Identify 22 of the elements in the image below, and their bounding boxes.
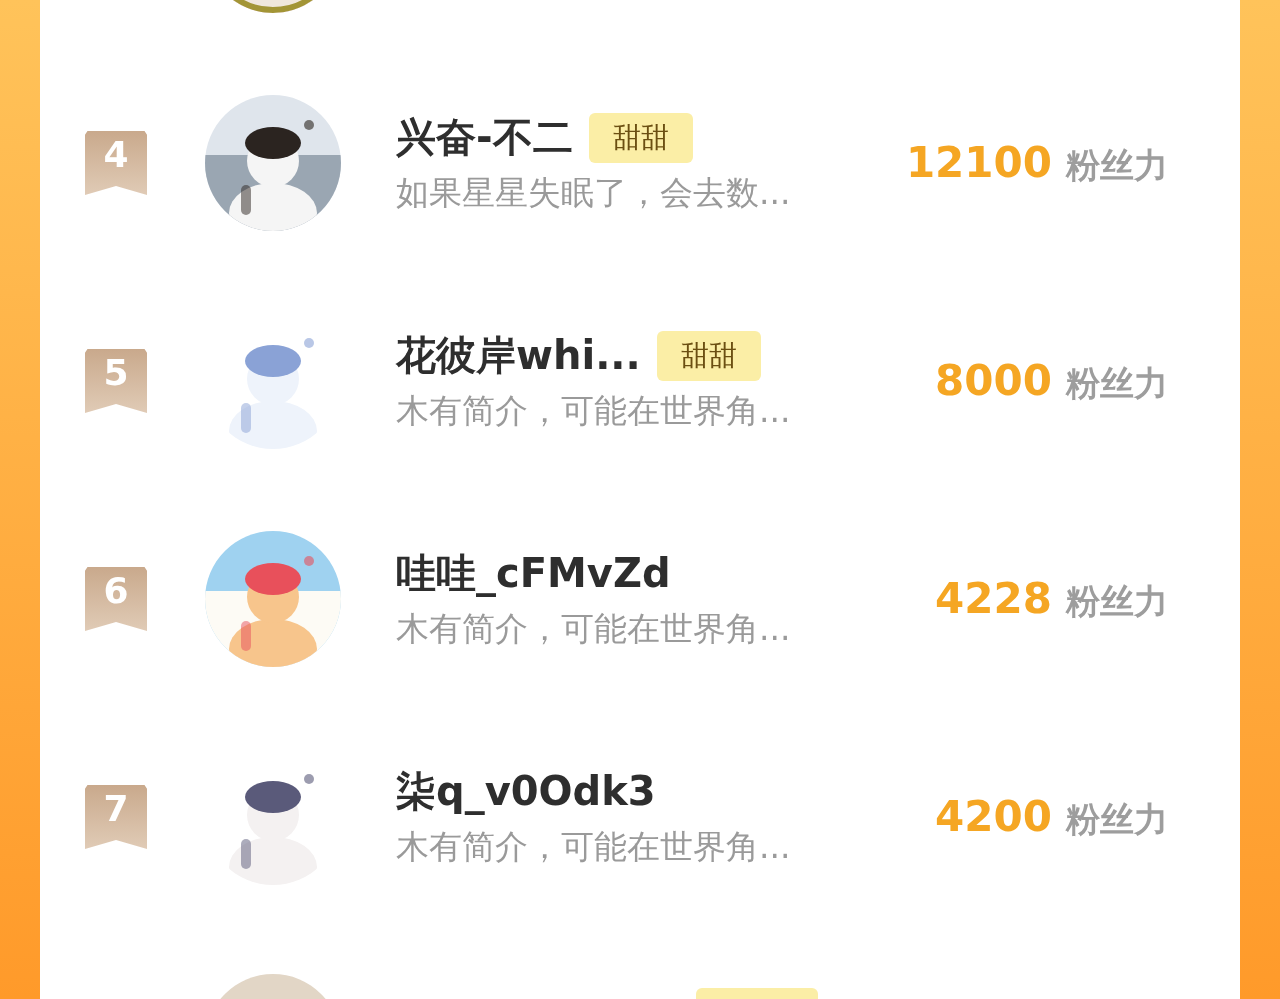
rank-badge: 7: [85, 785, 147, 849]
fan-score: 12100: [905, 137, 1052, 187]
user-bio: 木有简介，可能在世界角...: [396, 390, 792, 432]
score-unit: 粉丝力: [1066, 143, 1168, 187]
user-bio: 木有简介，可能在世界角...: [396, 608, 792, 650]
user-tag: 甜甜: [588, 112, 693, 163]
user-tag: 甜甜: [656, 330, 761, 381]
fan-score: 4200: [935, 791, 1052, 841]
user-name: 兴奋-不二: [396, 113, 573, 162]
rank-badge: 6: [85, 567, 147, 631]
fan-score: 8000: [935, 355, 1052, 405]
rank-badge: 5: [85, 349, 147, 413]
score-unit: 粉丝力: [1066, 579, 1168, 623]
user-bio: 木有简介，可能在世界角...: [396, 826, 792, 868]
fan-score: 4228: [935, 573, 1052, 623]
rank-badge: 4: [85, 131, 147, 195]
user-name: 花彼岸whi...: [396, 331, 641, 380]
score-unit: 粉丝力: [1066, 797, 1168, 841]
user-bio: 如果星星失眠了，会去数...: [396, 172, 792, 214]
user-name: 哇哇_cFMvZd: [396, 549, 671, 599]
score-unit: 粉丝力: [1066, 361, 1168, 405]
user-name: 柒q_v0Odk3: [396, 767, 656, 817]
